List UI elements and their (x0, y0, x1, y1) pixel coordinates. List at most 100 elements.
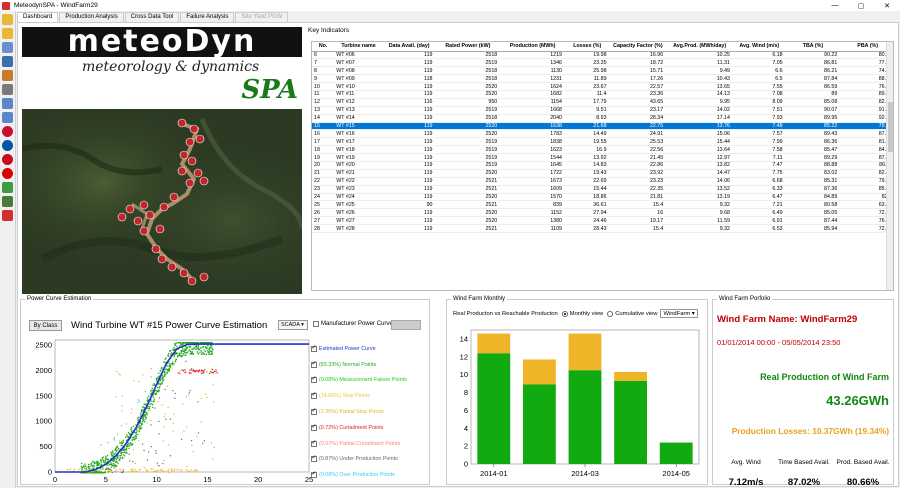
turbine-marker[interactable] (185, 178, 195, 188)
column-header[interactable]: Data Avail. (day) (382, 42, 436, 52)
table-row[interactable]: 8 WT #08 119 2518 1130 25.98 15.71 9.49 6.6 86.21… (312, 66, 893, 76)
monthly-view-radio[interactable] (561, 310, 568, 317)
turbine-marker[interactable] (199, 272, 209, 282)
table-row[interactable]: 25WT #2590252183936.6115.49.327.2180.586… (312, 200, 893, 210)
tools-icon[interactable] (2, 84, 13, 95)
tab-dashboard[interactable]: Dashboard (17, 12, 59, 22)
turbine-marker[interactable] (159, 202, 169, 212)
turbine-marker[interactable] (151, 244, 161, 254)
portugal-flag-icon[interactable] (2, 168, 13, 179)
turbine-marker[interactable] (139, 200, 149, 210)
turbine-marker[interactable] (177, 118, 187, 128)
table-row[interactable]: 9 WT #09 118 2518 1231 11.89 17.26 10.43 6.5 87.8… (312, 74, 893, 84)
turbine-marker[interactable] (195, 134, 205, 144)
document-icon[interactable] (2, 42, 13, 53)
turbine-marker[interactable] (167, 262, 177, 272)
table-row[interactable]: 17 WT #17 119 2519 1838 19.55 25.53 15.44 7.99 86… (312, 137, 893, 147)
legend-checkbox[interactable] (311, 439, 317, 447)
legend-checkbox[interactable] (311, 454, 317, 463)
settings-icon[interactable] (2, 70, 13, 81)
column-header[interactable]: No. (312, 42, 335, 52)
wind-farm-map[interactable] (22, 109, 302, 294)
close-icon[interactable] (2, 210, 13, 221)
table-row[interactable]: 7 WT #07 119 2519 1346 23.35 18.72 11.31 7.05 86.… (312, 58, 893, 68)
tab-production-analysis[interactable]: Production Analysis (59, 12, 124, 22)
scope-select[interactable]: WindFarm ▾ (660, 309, 699, 318)
column-header[interactable]: Rated Power (kW) (435, 42, 501, 52)
turbine-marker[interactable] (133, 216, 143, 226)
column-header[interactable]: Turbine name (334, 42, 383, 52)
turbine-marker[interactable] (187, 156, 197, 166)
legend-item[interactable]: (0.72%) Curtailment Points (311, 420, 429, 436)
table-row[interactable]: 13 WT #13 119 2519 1668 9.51 23.17 14.02 7.51 90.… (312, 106, 893, 115)
legend-checkbox[interactable] (311, 375, 317, 384)
maximize-button[interactable]: ▢ (848, 2, 874, 10)
table-row[interactable]: 11WT #111192520168211.423.3614.137.08898… (312, 90, 893, 99)
legend-item[interactable]: (1.35%) Partial Stop Points (311, 404, 429, 420)
legend-item[interactable]: Estimated Power Curve (311, 341, 429, 357)
table-row[interactable]: 18 WT #18 119 2519 1623 16.9 22.56 13.64 7.58 85.… (312, 145, 893, 155)
turbine-marker[interactable] (145, 210, 155, 220)
manufacturer-checkbox[interactable] (313, 321, 319, 327)
close-window-button[interactable]: ✕ (874, 2, 900, 10)
table-scrollbar[interactable] (886, 42, 893, 290)
france-flag-icon[interactable] (2, 140, 13, 151)
table-row[interactable]: 23 WT #23 119 2521 1609 15.44 22.35 13.52 6.33 87… (312, 185, 893, 194)
spain-flag-icon[interactable] (2, 154, 13, 165)
table-row[interactable]: 10 WT #10 119 2520 1624 23.67 22.57 13.65 7.55 86… (312, 82, 893, 91)
turbine-marker[interactable] (189, 124, 199, 134)
manufacturer-curve-toggle[interactable]: Manufacturer Power Curve (313, 321, 393, 327)
table-row[interactable]: 19 WT #19 119 2519 1544 13.92 21.45 12.97 7.11 89… (312, 153, 893, 162)
table-row[interactable]: 12 WT #12 116 950 1154 17.79 43.65 9.95 8.09 85.0… (312, 98, 893, 107)
turbine-marker[interactable] (139, 226, 149, 236)
table-row[interactable]: 22 WT #22 119 2521 1673 22.69 23.23 14.06 6.68 85… (312, 177, 893, 186)
turbine-marker[interactable] (187, 276, 197, 286)
table-row[interactable]: 24 WT #24 119 2520 1570 18.86 21.81 13.19 6.47 84… (312, 193, 893, 202)
map-icon[interactable] (2, 182, 13, 193)
key-indicators-table[interactable]: No. Turbine name Data Avail. (day) Rated Po… (311, 41, 894, 291)
legend-item[interactable]: (0.08%) Over Production Points (311, 467, 429, 483)
export-icon[interactable] (2, 112, 13, 123)
turbine-marker[interactable] (179, 268, 189, 278)
legend-checkbox[interactable] (311, 391, 317, 400)
turbine-marker[interactable] (117, 212, 127, 222)
function-icon[interactable] (2, 56, 13, 67)
column-header[interactable]: Losses (%) (565, 42, 610, 52)
table-row[interactable]: 20 WT #20 119 2519 1645 14.83 22.86 13.82 7.47 88… (312, 161, 893, 170)
legend-checkbox[interactable] (311, 470, 317, 479)
folder-icon[interactable] (2, 14, 13, 25)
legend-checkbox[interactable] (311, 360, 317, 368)
turbine-marker[interactable] (155, 224, 165, 234)
turbine-marker[interactable] (177, 166, 187, 176)
turbine-marker[interactable] (193, 168, 203, 178)
table-row[interactable]: 14 WT #14 119 2518 2040 8.93 28.34 17.14 7.93 89.… (312, 114, 893, 123)
open-folder-icon[interactable] (2, 28, 13, 39)
table-row[interactable]: 21 WT #21 119 2520 1722 19.43 23.92 14.47 7.75 83… (312, 169, 893, 178)
column-header[interactable]: TBA (%) (785, 42, 841, 52)
legend-item[interactable]: (0.87%) Under Production Points (311, 452, 429, 468)
table-row[interactable]: 16 WT #16 119 2520 1783 14.49 24.91 15.06 7.57 89… (312, 129, 893, 139)
legend-checkbox[interactable] (311, 407, 317, 416)
cumulative-view-radio[interactable] (607, 310, 614, 317)
uk-flag-icon[interactable] (2, 126, 13, 137)
legend-item[interactable]: (83.33%) Normal Points (311, 357, 429, 373)
turbine-marker[interactable] (179, 150, 189, 160)
table-row[interactable]: 15 WT #15 119 2520 1638 21.68 22.75 13.76 7.48 85… (312, 122, 893, 131)
search-icon[interactable] (2, 196, 13, 207)
source-select[interactable]: SCADA ▾ (278, 320, 308, 330)
legend-item[interactable]: (14.60%) Stop Points (311, 388, 429, 404)
table-row[interactable]: 26WT #261192520115227.94169.686.4985.057… (312, 208, 893, 218)
turbine-marker[interactable] (199, 176, 209, 186)
document-icon[interactable] (2, 98, 13, 109)
table-row[interactable]: 6 WT #06 119 2518 1219 19.98 16.96 10.25 6.18 90.… (312, 51, 893, 60)
legend-item[interactable]: (0.08%) Measurement Failure Points (311, 373, 429, 389)
column-header[interactable]: Production (MWh) (500, 42, 565, 52)
column-header[interactable]: Avg. Wind (m/s) (733, 42, 786, 52)
tab-failure-analysis[interactable]: Failure Analysis (180, 12, 235, 22)
table-row[interactable]: 27 WT #27 119 2520 1380 24.46 19.17 11.59 6.91 87… (312, 216, 893, 226)
legend-item[interactable]: (0.07%) Partial Curtailment Points (311, 436, 429, 452)
by-class-button[interactable]: By Class (29, 320, 62, 331)
column-header[interactable]: Capacity Factor (%) (609, 42, 667, 52)
turbine-marker[interactable] (157, 254, 167, 264)
tab-cross-data-tool[interactable]: Cross Data Tool (124, 12, 180, 22)
